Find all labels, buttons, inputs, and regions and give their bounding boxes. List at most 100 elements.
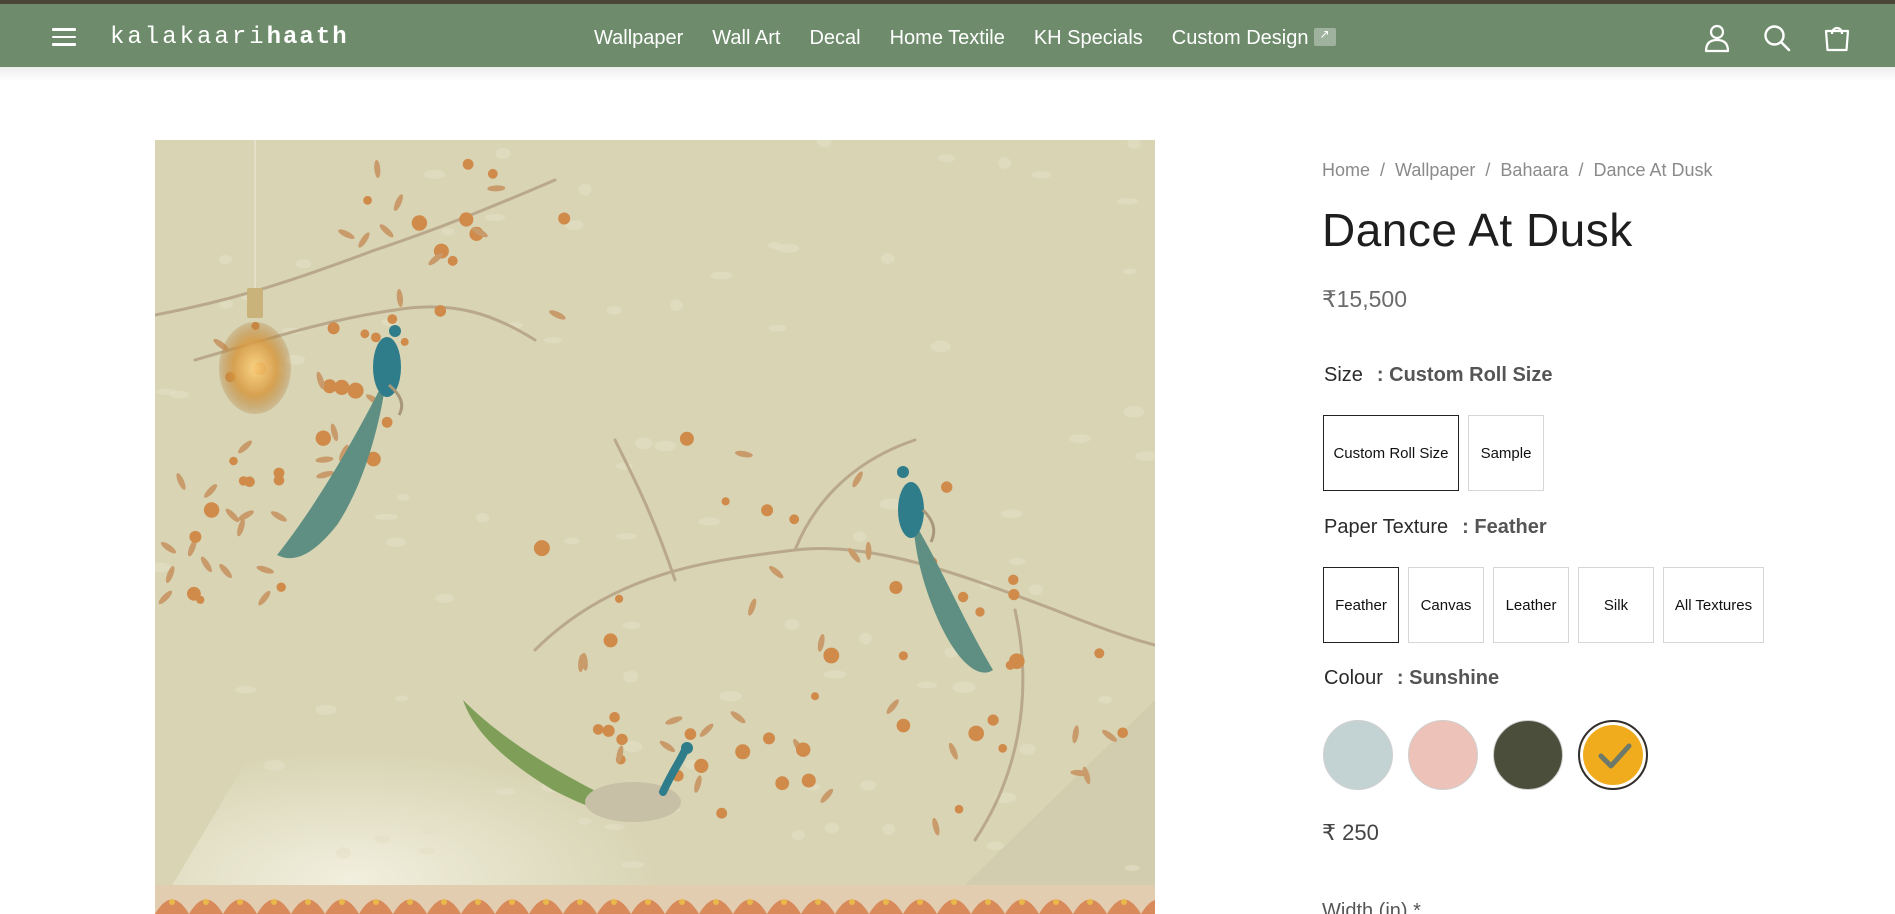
border-dot: [407, 899, 413, 905]
wallpaper-flower: [381, 416, 393, 428]
breadcrumb-home[interactable]: Home: [1322, 160, 1370, 180]
faint-leaf: [852, 531, 867, 543]
texture-option-silk[interactable]: Silk: [1578, 567, 1654, 643]
product-image[interactable]: [155, 140, 1155, 914]
breadcrumb-separator: /: [1485, 160, 1491, 180]
cart-icon[interactable]: [1822, 23, 1852, 53]
faint-leaf: [669, 299, 684, 311]
wallpaper-flower: [434, 305, 447, 317]
nav-item-custom-design[interactable]: Custom Design: [1172, 27, 1337, 50]
faint-leaf: [824, 822, 840, 833]
wallpaper-flower: [616, 733, 628, 746]
wallpaper-flower: [811, 692, 819, 701]
wallpaper-flower: [196, 595, 205, 604]
hamburger-menu-icon[interactable]: [50, 26, 78, 48]
faint-leaf: [578, 183, 592, 196]
faint-leaf: [1000, 509, 1023, 518]
faint-leaf: [577, 817, 592, 825]
faint-leaf: [952, 681, 976, 694]
wallpaper-flower: [609, 712, 620, 723]
border-dot: [713, 899, 719, 905]
wallpaper-flower: [716, 807, 728, 819]
nav-item-decal[interactable]: Decal: [809, 27, 860, 50]
faint-leaf: [616, 533, 637, 540]
texture-label-row: Paper Texture: Feather: [1324, 516, 1547, 539]
wallpaper-flower: [694, 758, 709, 774]
faint-leaf: [859, 633, 872, 645]
faint-leaf: [385, 537, 406, 547]
search-icon[interactable]: [1762, 23, 1792, 53]
border-dot: [203, 899, 209, 905]
texture-option-all-textures[interactable]: All Textures: [1663, 567, 1764, 643]
colour-swatch-2[interactable]: [1408, 720, 1478, 790]
nav-item-kh-specials[interactable]: KH Specials: [1034, 27, 1143, 50]
border-dot: [509, 899, 515, 905]
border-dot: [475, 899, 481, 905]
wallpaper-flower: [273, 474, 285, 486]
wallpaper-flower: [400, 337, 409, 346]
border-dot: [815, 899, 821, 905]
size-option-custom-roll[interactable]: Custom Roll Size: [1323, 415, 1459, 491]
nav-item-home-textile[interactable]: Home Textile: [890, 27, 1005, 50]
faint-leaf: [1098, 695, 1112, 704]
faint-leaf: [881, 253, 895, 264]
faint-leaf: [1031, 171, 1052, 179]
width-label: Width (in) *: [1322, 900, 1421, 914]
faint-leaf: [395, 695, 409, 702]
texture-option-canvas[interactable]: Canvas: [1408, 567, 1484, 643]
main-navigation: Wallpaper Wall Art Decal Home Textile KH…: [594, 24, 1365, 52]
faint-leaf: [698, 517, 720, 526]
size-label: Size: [1324, 364, 1363, 386]
border-dot: [339, 899, 345, 905]
faint-leaf: [295, 259, 312, 269]
external-link-icon: [1314, 27, 1337, 46]
faint-leaf: [484, 214, 506, 221]
faint-leaf: [1029, 584, 1043, 595]
border-dot: [237, 899, 243, 905]
breadcrumb-bahaara[interactable]: Bahaara: [1500, 160, 1568, 180]
wallpaper-flower: [941, 481, 953, 493]
wallpaper-flower: [684, 728, 697, 740]
size-label-row: Size: Custom Roll Size: [1324, 364, 1552, 387]
site-logo[interactable]: kalakaarihaath: [110, 24, 349, 54]
nav-item-wall-art[interactable]: Wall Art: [712, 27, 780, 50]
breadcrumb-wallpaper[interactable]: Wallpaper: [1395, 160, 1475, 180]
faint-leaf: [424, 169, 446, 179]
wallpaper-flower: [1117, 727, 1128, 739]
faint-leaf: [374, 835, 391, 844]
border-dot: [305, 899, 311, 905]
wallpaper-flower: [823, 647, 840, 664]
faint-leaf: [435, 593, 455, 603]
colour-swatch-1[interactable]: [1323, 720, 1393, 790]
faint-leaf: [564, 537, 580, 545]
user-icon[interactable]: [1702, 23, 1732, 53]
faint-leaf: [396, 494, 410, 501]
border-dot: [679, 899, 685, 905]
texture-option-feather[interactable]: Feather: [1323, 567, 1399, 643]
wallpaper-flower: [957, 591, 969, 603]
wallpaper-flower: [276, 582, 286, 592]
wallpaper-flower: [987, 714, 999, 726]
breadcrumb-current[interactable]: Dance At Dusk: [1594, 160, 1713, 180]
size-option-sample[interactable]: Sample: [1468, 415, 1544, 491]
colour-selected-value: : Sunshine: [1396, 667, 1500, 689]
faint-leaf: [654, 440, 676, 452]
faint-leaf: [604, 823, 625, 831]
faint-leaf: [784, 619, 800, 630]
faint-leaf: [476, 512, 490, 523]
nav-item-wallpaper[interactable]: Wallpaper: [594, 27, 683, 50]
colour-swatch-4[interactable]: [1578, 720, 1648, 790]
nav-item-custom-design-label: Custom Design: [1171, 26, 1309, 49]
border-dot: [849, 899, 855, 905]
wallpaper-flower: [462, 158, 474, 170]
texture-option-leather[interactable]: Leather: [1493, 567, 1569, 643]
size-options: Custom Roll Size Sample: [1323, 415, 1553, 491]
wallpaper-flower: [203, 502, 220, 518]
product-title: Dance At Dusk: [1322, 204, 1633, 256]
border-dot: [271, 899, 277, 905]
faint-leaf: [235, 685, 257, 694]
wallpaper-flower: [327, 322, 340, 335]
texture-options: Feather Canvas Leather Silk All Textures: [1323, 567, 1773, 643]
colour-swatch-3[interactable]: [1493, 720, 1563, 790]
texture-label: Paper Texture: [1324, 516, 1449, 538]
